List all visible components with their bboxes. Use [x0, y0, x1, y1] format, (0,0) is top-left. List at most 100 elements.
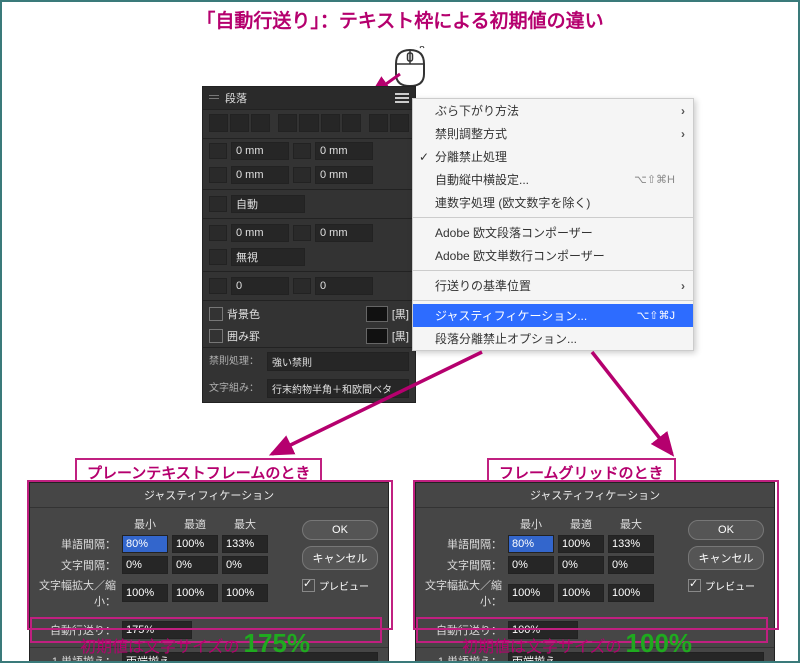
- dropcap-lines-input[interactable]: [231, 277, 289, 295]
- border-swatch[interactable]: [366, 328, 388, 344]
- ok-button[interactable]: OK: [302, 520, 378, 540]
- letter-min-input[interactable]: [122, 556, 168, 574]
- caption-plain: 初期値は文字サイズの175%: [80, 628, 310, 659]
- lastline-input[interactable]: [315, 166, 373, 184]
- space-after-icon: [293, 225, 311, 241]
- indent-right-input[interactable]: [315, 142, 373, 160]
- bgcolor-label: 背景色: [227, 306, 260, 322]
- dropcap-mode-input[interactable]: [231, 195, 305, 213]
- menu-auto-tcy[interactable]: 自動縦中横設定...⌥⇧⌘H: [413, 168, 693, 191]
- panel-tab-title[interactable]: 段落: [225, 90, 389, 106]
- preview-checkbox-icon: [302, 579, 315, 592]
- justify-right-button[interactable]: [321, 114, 340, 132]
- dialog-title: ジャスティフィケーション: [416, 483, 774, 508]
- caption-grid: 初期値は文字サイズの100%: [462, 628, 692, 659]
- bgcolor-checkbox[interactable]: [209, 307, 223, 321]
- align-away-button[interactable]: [390, 114, 409, 132]
- col-opt: 最適: [172, 516, 218, 532]
- dropcap-icon: [209, 196, 227, 212]
- col-max: 最大: [222, 516, 268, 532]
- glyph-max-input[interactable]: [608, 584, 654, 602]
- kinsoku-label: 禁則処理：: [209, 352, 259, 371]
- preview-check[interactable]: プレビュー: [302, 578, 378, 593]
- word-opt-input[interactable]: [172, 535, 218, 553]
- border-value: [黒]: [392, 328, 409, 344]
- menu-justification[interactable]: ジャスティフィケーション...⌥⇧⌘J: [413, 304, 693, 327]
- col-min: 最小: [508, 516, 554, 532]
- space-before-icon: [209, 225, 227, 241]
- firstline-icon: [209, 167, 227, 183]
- panel-menu-popup: ぶら下がり方法 禁則調整方式 分離禁止処理 自動縦中横設定...⌥⇧⌘H 連数字…: [412, 98, 694, 351]
- glyph-max-input[interactable]: [222, 584, 268, 602]
- word-max-input[interactable]: [608, 535, 654, 553]
- page-title: 「自動行送り」：テキスト枠による初期値の違い: [196, 6, 603, 33]
- panel-grip-icon[interactable]: [209, 95, 219, 101]
- indent-right-icon: [293, 143, 311, 159]
- dropcap-chars-input[interactable]: [315, 277, 373, 295]
- dropcap-chars-icon: [293, 278, 311, 294]
- letter-max-input[interactable]: [608, 556, 654, 574]
- row-letter-label: 文字間隔：: [36, 557, 118, 573]
- panel-align-toolbar: [203, 110, 415, 139]
- row-glyph-label: 文字幅拡大／縮小：: [36, 577, 118, 609]
- word-min-input[interactable]: [122, 535, 168, 553]
- indent-left-input[interactable]: [231, 142, 289, 160]
- menu-rensuuji[interactable]: 連数字処理 (欧文数字を除く): [413, 191, 693, 214]
- justify-center-button[interactable]: [299, 114, 318, 132]
- preview-checkbox-icon: [688, 579, 701, 592]
- menu-kinsoku-adjust[interactable]: 禁則調整方式: [413, 122, 693, 145]
- panel-menu-icon[interactable]: [395, 93, 409, 103]
- border-checkbox[interactable]: [209, 329, 223, 343]
- row-word-label: 単語間隔：: [422, 536, 504, 552]
- bgcolor-value: [黒]: [392, 306, 409, 322]
- justify-all-button[interactable]: [342, 114, 361, 132]
- cancel-button[interactable]: キャンセル: [302, 546, 378, 570]
- space-before-input[interactable]: [231, 224, 289, 242]
- align-right-button[interactable]: [251, 114, 270, 132]
- justify-left-button[interactable]: [278, 114, 297, 132]
- dropcap-lines-icon: [209, 278, 227, 294]
- menu-adobe-para-composer[interactable]: Adobe 欧文段落コンポーザー: [413, 221, 693, 244]
- indent-left-icon: [209, 143, 227, 159]
- col-opt: 最適: [558, 516, 604, 532]
- menu-burasagari[interactable]: ぶら下がり方法: [413, 99, 693, 122]
- glyph-opt-input[interactable]: [172, 584, 218, 602]
- paragraph-panel: 段落: [202, 86, 416, 403]
- col-min: 最小: [122, 516, 168, 532]
- dialog-title: ジャスティフィケーション: [30, 483, 388, 508]
- align-spine-button[interactable]: [369, 114, 388, 132]
- mojikumi-label: 文字組み：: [209, 379, 259, 398]
- row-word-label: 単語間隔：: [36, 536, 118, 552]
- grid-mode-input[interactable]: [231, 248, 305, 266]
- cancel-button[interactable]: キャンセル: [688, 546, 764, 570]
- preview-check[interactable]: プレビュー: [688, 578, 764, 593]
- mojikumi-value[interactable]: 行末約物半角＋和欧間ベタ: [267, 379, 409, 398]
- align-left-button[interactable]: [209, 114, 228, 132]
- align-center-button[interactable]: [230, 114, 249, 132]
- row-letter-label: 文字間隔：: [422, 557, 504, 573]
- row-glyph-label: 文字幅拡大／縮小：: [422, 577, 504, 609]
- glyph-opt-input[interactable]: [558, 584, 604, 602]
- letter-opt-input[interactable]: [172, 556, 218, 574]
- grid-icon: [209, 249, 227, 265]
- menu-no-break[interactable]: 分離禁止処理: [413, 145, 693, 168]
- glyph-min-input[interactable]: [508, 584, 554, 602]
- glyph-min-input[interactable]: [122, 584, 168, 602]
- col-max: 最大: [608, 516, 654, 532]
- word-max-input[interactable]: [222, 535, 268, 553]
- word-min-input[interactable]: [508, 535, 554, 553]
- letter-max-input[interactable]: [222, 556, 268, 574]
- letter-opt-input[interactable]: [558, 556, 604, 574]
- border-label: 囲み罫: [227, 328, 260, 344]
- space-after-input[interactable]: [315, 224, 373, 242]
- firstline-input[interactable]: [231, 166, 289, 184]
- word-opt-input[interactable]: [558, 535, 604, 553]
- letter-min-input[interactable]: [508, 556, 554, 574]
- menu-leading-basis[interactable]: 行送りの基準位置: [413, 274, 693, 297]
- menu-keep-options[interactable]: 段落分離禁止オプション...: [413, 327, 693, 350]
- ok-button[interactable]: OK: [688, 520, 764, 540]
- bgcolor-swatch[interactable]: [366, 306, 388, 322]
- menu-adobe-single-composer[interactable]: Adobe 欧文単数行コンポーザー: [413, 244, 693, 267]
- kinsoku-value[interactable]: 強い禁則: [267, 352, 409, 371]
- lastline-icon: [293, 167, 311, 183]
